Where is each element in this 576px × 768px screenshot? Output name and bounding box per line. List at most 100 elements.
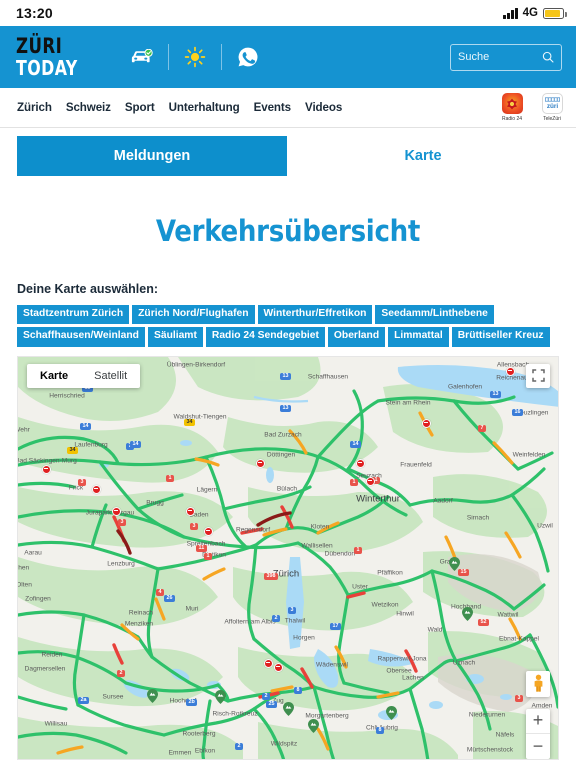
region-chip[interactable]: Seedamm/Linthebene [375, 305, 494, 325]
map-poi-pin[interactable] [449, 556, 460, 571]
map-incident-marker[interactable] [256, 458, 265, 468]
map-place-label: Wallisellen [301, 542, 333, 550]
brand-radio24-label: Radio 24 [501, 116, 522, 122]
map-place-label: Reinach [128, 609, 154, 617]
region-chip[interactable]: Stadtzentrum Zürich [17, 305, 130, 325]
map-place-label: Wildspitz [270, 740, 298, 748]
map-route-shield: 13 [280, 404, 291, 412]
status-bar: 13:20 4G [0, 0, 576, 26]
zoom-out-button[interactable]: − [526, 734, 550, 759]
nav-item-events[interactable]: Events [254, 101, 292, 114]
map-place-label: Rooterberg [182, 730, 216, 738]
map-place-label: Ebnat-Kappel [499, 635, 539, 643]
street-view-pegman-icon[interactable] [526, 670, 550, 697]
map-route-shield: 2 [235, 742, 243, 750]
map-place-label: Wetzikon [371, 601, 399, 609]
map-place-label: Winterthur [356, 493, 400, 505]
map-type-satellit[interactable]: Satellit [81, 364, 140, 388]
region-chip[interactable]: Limmattal [388, 327, 449, 347]
map-tiles [18, 356, 558, 759]
map-poi-pin[interactable] [215, 689, 226, 704]
map-place-label: Bad Säckingen-Murg [17, 457, 77, 465]
signal-bars-icon [503, 7, 518, 19]
tab-karte[interactable]: Karte [287, 136, 559, 176]
map-place-label: Döttingen [266, 451, 296, 459]
brand-radio24[interactable]: Radio 24 [496, 93, 528, 122]
map-route-shield: 13 [490, 390, 501, 398]
map-incident-marker[interactable] [112, 506, 121, 516]
search-box[interactable]: Suche [450, 43, 562, 71]
nav-item-zuerich[interactable]: Zürich [17, 101, 52, 114]
map-incident-marker[interactable] [186, 506, 195, 516]
tab-meldungen[interactable]: Meldungen [17, 136, 287, 176]
region-chip[interactable]: Oberland [327, 327, 386, 347]
map-place-label: Wald [427, 626, 443, 634]
map-poi-pin[interactable] [147, 688, 158, 703]
map-place-label: Reiden [41, 651, 63, 659]
map-poi-pin[interactable] [386, 705, 397, 720]
map-incident-marker[interactable] [356, 458, 365, 468]
map-place-label: Olten [17, 581, 32, 589]
map-place-label: Frauenfeld [400, 461, 432, 469]
map-incident-marker[interactable] [274, 662, 283, 672]
region-chip[interactable]: Winterthur/Effretikon [257, 305, 373, 325]
traffic-map[interactable]: Zürich Winterthur Frauenfeld Schaffhausen St… [17, 355, 559, 760]
map-route-shield: 398 [264, 572, 278, 580]
svg-text:züri: züri [546, 103, 558, 110]
map-route-shield: 2a [78, 696, 89, 704]
search-icon [542, 51, 554, 63]
weather-sun-icon[interactable] [175, 46, 215, 68]
map-place-label: Lachen [402, 674, 424, 682]
region-chip[interactable]: Schaffhausen/Weinland [17, 327, 145, 347]
map-route-shield: 3 [118, 518, 126, 526]
map-place-label: Galenhofen [447, 383, 483, 391]
map-incident-marker[interactable] [42, 464, 51, 474]
map-place-label: Aarau [24, 549, 42, 557]
nav-item-sport[interactable]: Sport [125, 101, 155, 114]
section-tabs: Meldungen Karte [0, 128, 576, 176]
map-poi-pin[interactable] [462, 606, 473, 621]
logo-line-1: ZÜRI [16, 34, 63, 58]
map-type-karte[interactable]: Karte [27, 364, 81, 388]
brand-telezueri[interactable]: züri TeleZüri [536, 93, 568, 122]
whatsapp-icon[interactable] [228, 46, 268, 68]
nav-item-schweiz[interactable]: Schweiz [66, 101, 111, 114]
map-route-shield: 17 [330, 622, 341, 630]
map-place-label: Wädenswil [316, 661, 348, 669]
region-chip[interactable]: Zürich Nord/Flughafen [132, 305, 255, 325]
map-poi-pin[interactable] [308, 718, 319, 733]
map-incident-marker[interactable] [264, 658, 273, 668]
map-poi-pin[interactable] [283, 701, 294, 716]
zoom-in-button[interactable]: + [526, 709, 550, 734]
logo-line-2: TODAY [16, 56, 78, 80]
map-type-switcher: Karte Satellit [27, 363, 141, 388]
map-incident-marker[interactable] [366, 476, 375, 486]
region-chip[interactable]: Säuliamt [147, 327, 203, 347]
map-place-label: Pfäffikon [377, 569, 403, 577]
region-chip[interactable]: Brüttiseller Kreuz [451, 327, 550, 347]
map-place-label: Schaffhausen [307, 373, 349, 381]
nav-links: Zürich Schweiz Sport Unterhaltung Events… [17, 101, 342, 114]
map-incident-marker[interactable] [204, 526, 213, 536]
map-place-label: Waldshut-Tiengen [173, 413, 227, 421]
map-route-shield: 1 [350, 478, 358, 486]
site-header: ZÜRI TODAY Suche [0, 26, 576, 88]
region-chip[interactable]: Radio 24 Sendegebiet [205, 327, 325, 347]
map-incident-marker[interactable] [506, 366, 515, 376]
traffic-car-icon[interactable] [122, 48, 162, 66]
map-place-label: Hinwil [396, 610, 414, 618]
nav-item-videos[interactable]: Videos [305, 101, 342, 114]
search-input[interactable]: Suche [458, 51, 542, 63]
site-logo[interactable]: ZÜRI TODAY [16, 34, 78, 80]
map-route-shield: 16 [512, 408, 523, 416]
map-canvas[interactable] [18, 356, 558, 759]
fullscreen-icon[interactable] [526, 363, 550, 388]
battery-icon [543, 7, 567, 19]
map-place-label: Lenzburg [107, 560, 135, 568]
map-incident-marker[interactable] [422, 418, 431, 428]
map-place-label: Uzwil [537, 522, 553, 530]
map-route-shield: 34 [184, 418, 195, 426]
nav-item-unterhaltung[interactable]: Unterhaltung [169, 101, 240, 114]
map-incident-marker[interactable] [92, 484, 101, 494]
map-place-label: Aadorf [433, 497, 453, 505]
